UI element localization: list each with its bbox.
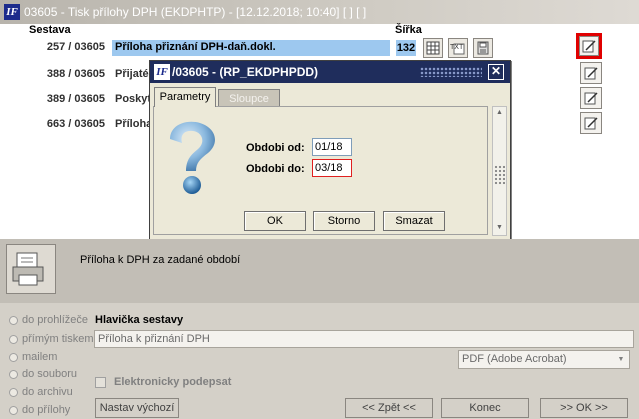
format-select[interactable]: PDF (Adobe Acrobat) ▼	[458, 350, 630, 369]
disk-icon	[477, 41, 489, 55]
scroll-grip-icon[interactable]	[494, 165, 505, 185]
obdobi-do-label: Obdobi do:	[246, 163, 305, 175]
title-grip-pattern	[420, 67, 482, 77]
output-option-archiv[interactable]: do archivu	[9, 386, 73, 398]
scroll-down-icon[interactable]: ▼	[495, 224, 504, 232]
default-button[interactable]: Nastav výchozí	[95, 398, 179, 418]
row-name: Příloha přiznání DPH-daň.dokl.	[115, 41, 276, 53]
edit-report-icon	[582, 40, 596, 53]
row-name: Příloha	[115, 118, 153, 130]
close-button[interactable]: ✕	[488, 64, 504, 80]
header-input[interactable]: Příloha k přiznání DPH	[94, 330, 634, 348]
ok-proceed-button[interactable]: >> OK >>	[540, 398, 628, 418]
radio-icon	[9, 369, 18, 379]
edit-report-button[interactable]	[580, 112, 602, 134]
output-option-mail[interactable]: mailem	[9, 351, 57, 363]
edit-report-icon	[584, 92, 598, 105]
row-id: 388 / 03605	[46, 68, 105, 80]
output-option-soubor[interactable]: do souboru	[9, 368, 77, 380]
output-option-tisk[interactable]: přímým tiskem	[9, 333, 94, 345]
edit-report-button[interactable]	[579, 36, 599, 56]
radio-icon	[9, 334, 18, 344]
back-button[interactable]: << Zpět <<	[345, 398, 433, 418]
disk-icon-button[interactable]	[473, 38, 493, 58]
obdobi-od-input[interactable]: 01/18	[312, 138, 352, 156]
report-description: Příloha k DPH za zadané období	[80, 254, 241, 266]
printer-icon	[12, 252, 44, 286]
end-button[interactable]: Konec	[441, 398, 529, 418]
row-id: 257 / 03605	[46, 41, 105, 53]
esign-checkbox[interactable]: Elektronicky podepsat	[95, 376, 231, 388]
text-icon-button[interactable]: TXT	[448, 38, 468, 58]
question-mark-icon	[170, 121, 215, 194]
edit-report-icon	[584, 117, 598, 130]
checkbox-icon	[95, 376, 106, 388]
output-option-prohlizec[interactable]: do prohlížeče	[9, 314, 88, 326]
row-id: 389 / 03605	[46, 93, 105, 105]
dialog-scrollbar[interactable]: ▲ ▼	[492, 106, 507, 236]
edit-report-button[interactable]	[580, 62, 602, 84]
window-title-bar: IF 03605 - Tisk přílohy DPH (EKDPHTP) - …	[0, 0, 639, 25]
dialog-title-bar[interactable]: IF /03605 - (RP_EKDPHPDD) ✕	[150, 61, 510, 83]
radio-icon	[9, 387, 18, 397]
edit-report-button[interactable]	[580, 87, 602, 109]
column-header-sestava: Sestava	[29, 24, 71, 36]
edit-report-icon	[584, 67, 598, 80]
window-title: 03605 - Tisk přílohy DPH (EKDPHTP) - [12…	[24, 5, 367, 19]
table-row[interactable]: 257 / 03605 Příloha přiznání DPH-daň.dok…	[20, 40, 390, 56]
obdobi-do-input[interactable]: 03/18	[312, 159, 352, 177]
parameters-dialog: IF /03605 - (RP_EKDPHPDD) ✕ Parametry Sl…	[149, 60, 511, 240]
radio-icon	[9, 352, 18, 362]
radio-icon	[9, 405, 18, 415]
row-id: 663 / 03605	[46, 118, 105, 130]
chevron-down-icon[interactable]: ▼	[615, 353, 627, 366]
radio-icon	[9, 315, 18, 325]
parameters-panel: Obdobi od: 01/18 Obdobi do: 03/18 OK Sto…	[153, 106, 488, 235]
report-info-panel: Příloha k DPH za zadané období	[0, 239, 639, 303]
close-icon: ✕	[490, 64, 502, 78]
text-icon: TXT	[450, 43, 465, 55]
tab-parametry[interactable]: Parametry	[154, 87, 216, 107]
obdobi-od-label: Obdobi od:	[246, 142, 305, 154]
tab-sloupce[interactable]: Sloupce	[218, 89, 280, 107]
scroll-up-icon[interactable]: ▲	[495, 109, 504, 117]
smazat-button[interactable]: Smazat	[383, 211, 445, 231]
header-label: Hlavička sestavy	[95, 314, 184, 326]
ok-button[interactable]: OK	[244, 211, 306, 231]
column-header-sirka: Šířka	[395, 24, 422, 36]
table-icon	[426, 41, 440, 55]
svg-text:TXT: TXT	[450, 44, 464, 51]
table-icon-button[interactable]	[423, 38, 443, 58]
dialog-title: /03605 - (RP_EKDPHPDD)	[172, 65, 319, 79]
output-option-priloha[interactable]: do přílohy	[9, 404, 70, 416]
app-logo-icon: IF	[4, 4, 20, 20]
storno-button[interactable]: Storno	[313, 211, 375, 231]
width-value[interactable]: 132	[396, 40, 416, 56]
app-logo-icon: IF	[154, 64, 170, 80]
report-icon-frame	[6, 244, 56, 294]
